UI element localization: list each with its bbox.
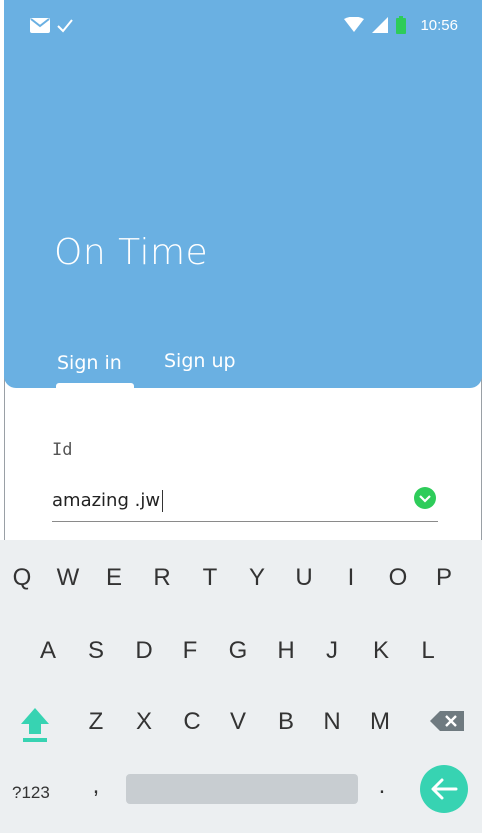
key-u[interactable]: U xyxy=(284,564,324,592)
key-w[interactable]: W xyxy=(48,564,88,592)
arrow-left-icon xyxy=(431,778,458,800)
id-field[interactable]: amazing .jw xyxy=(52,485,438,522)
key-d[interactable]: D xyxy=(124,637,164,665)
comma-key[interactable]: , xyxy=(76,772,116,800)
key-t[interactable]: T xyxy=(190,564,230,592)
tab-sign-up[interactable]: Sign up xyxy=(164,350,236,372)
enter-key[interactable] xyxy=(420,765,468,813)
check-icon xyxy=(57,19,73,33)
key-s[interactable]: S xyxy=(76,637,116,665)
id-field-value-wrap: amazing .jw xyxy=(52,490,164,512)
text-caret xyxy=(162,490,164,512)
auth-tabs: Sign in Sign up xyxy=(52,350,452,388)
status-right: 10:56 xyxy=(344,16,458,34)
key-f[interactable]: F xyxy=(170,637,210,665)
key-h[interactable]: H xyxy=(266,637,306,665)
space-bar[interactable] xyxy=(126,774,358,804)
tab-indicator xyxy=(56,383,134,388)
key-x[interactable]: X xyxy=(124,708,164,736)
app-screen: 10:56 On Time Sign in Sign up Id amazing… xyxy=(0,0,485,833)
valid-check-icon xyxy=(414,487,436,509)
key-q[interactable]: Q xyxy=(2,564,42,592)
key-g[interactable]: G xyxy=(218,637,258,665)
period-key[interactable]: . xyxy=(362,772,402,800)
status-left xyxy=(30,18,74,34)
key-n[interactable]: N xyxy=(312,708,352,736)
symbols-key[interactable]: ?123 xyxy=(12,783,60,803)
key-i[interactable]: I xyxy=(331,564,371,592)
shift-key[interactable] xyxy=(18,704,52,744)
backspace-key[interactable] xyxy=(430,709,466,733)
key-a[interactable]: A xyxy=(28,637,68,665)
status-time: 10:56 xyxy=(420,16,458,34)
header: 10:56 On Time Sign in Sign up xyxy=(4,0,482,388)
wifi-icon xyxy=(344,17,365,32)
signal-icon xyxy=(372,17,389,33)
sign-in-form: Id amazing .jw xyxy=(52,440,438,522)
battery-icon xyxy=(396,16,407,34)
status-bar: 10:56 xyxy=(4,0,482,58)
id-field-value: amazing .jw xyxy=(52,490,161,511)
key-o[interactable]: O xyxy=(378,564,418,592)
key-y[interactable]: Y xyxy=(237,564,277,592)
key-l[interactable]: L xyxy=(408,637,448,665)
backspace-icon xyxy=(430,711,464,731)
tab-sign-in[interactable]: Sign in xyxy=(57,352,122,374)
mail-icon xyxy=(30,18,50,33)
key-m[interactable]: M xyxy=(360,708,400,736)
key-p[interactable]: P xyxy=(424,564,464,592)
key-k[interactable]: K xyxy=(361,637,401,665)
key-z[interactable]: Z xyxy=(76,708,116,736)
key-e[interactable]: E xyxy=(94,564,134,592)
key-b[interactable]: B xyxy=(266,708,306,736)
key-v[interactable]: V xyxy=(218,708,258,736)
shift-icon xyxy=(21,708,49,742)
id-field-label: Id xyxy=(52,440,73,460)
key-j[interactable]: J xyxy=(312,637,352,665)
app-title: On Time xyxy=(54,232,209,273)
key-c[interactable]: C xyxy=(172,708,212,736)
soft-keyboard: Q W E R T Y U I O P A S D F G H J K L Z … xyxy=(0,540,485,833)
key-r[interactable]: R xyxy=(142,564,182,592)
